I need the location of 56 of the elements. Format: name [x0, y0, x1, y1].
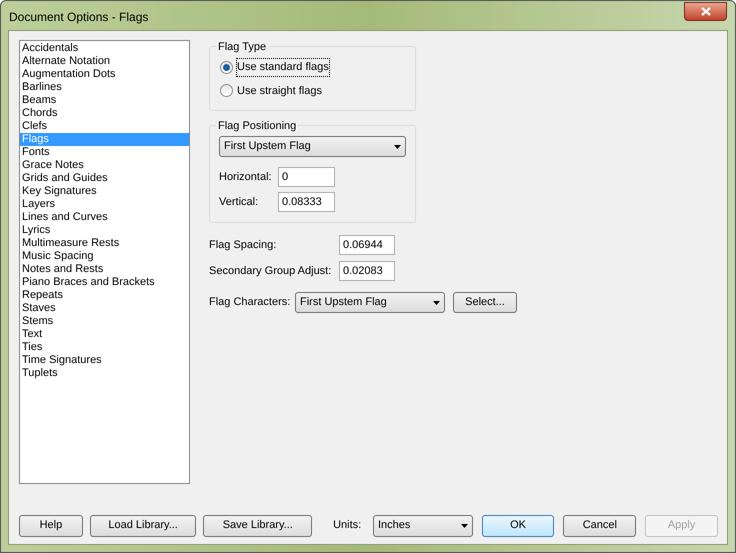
list-item[interactable]: Lines and Curves	[20, 211, 189, 224]
list-item[interactable]: Layers	[20, 198, 189, 211]
radio-label[interactable]: Use straight flags	[237, 82, 322, 99]
list-item[interactable]: Alternate Notation	[20, 55, 189, 68]
window-title: Document Options - Flags	[9, 9, 148, 26]
list-item[interactable]: Barlines	[20, 81, 189, 94]
caret-icon	[433, 300, 440, 304]
list-item[interactable]: Augmentation Dots	[20, 68, 189, 81]
field-label: Flag Spacing:	[209, 238, 278, 253]
list-item[interactable]: Beams	[20, 94, 189, 107]
list-item[interactable]: Tuplets	[20, 367, 189, 380]
footer-button[interactable]: Load Library...	[90, 514, 196, 536]
list-item[interactable]: Text	[20, 328, 189, 341]
field-label: Horizontal:	[219, 170, 273, 185]
list-item[interactable]: Multimeasure Rests	[20, 237, 189, 250]
list-item[interactable]: Ties	[20, 341, 189, 354]
footer-button[interactable]: OK	[482, 514, 554, 536]
list-item[interactable]: Fonts	[20, 146, 189, 159]
input-field[interactable]: 0.02083	[339, 261, 395, 281]
radio-button[interactable]	[220, 60, 233, 74]
caret-icon	[394, 144, 401, 148]
caret-icon	[460, 524, 468, 528]
list-item[interactable]: Accidentals	[20, 42, 189, 55]
list-item[interactable]: Notes and Rests	[20, 263, 189, 276]
footer-button[interactable]: Cancel	[563, 514, 636, 536]
list-item[interactable]: Chords	[20, 107, 189, 120]
radio-button[interactable]	[220, 84, 233, 98]
group-title: Flag Positioning	[216, 118, 298, 134]
field-label: Flag Characters:	[209, 295, 292, 310]
list-item[interactable]: Staves	[20, 302, 189, 315]
list-item[interactable]: Time Signatures	[20, 354, 189, 367]
close-button[interactable]	[684, 2, 727, 21]
list-item[interactable]: Grace Notes	[20, 159, 189, 172]
radio-label[interactable]: Use standard flags	[237, 59, 329, 76]
list-item[interactable]: Lyrics	[20, 224, 189, 237]
list-item[interactable]: Piano Braces and Brackets	[20, 276, 189, 289]
input-field[interactable]: 0.06944	[339, 235, 395, 255]
select-button[interactable]: Select...	[453, 292, 517, 313]
field-label: Vertical:	[219, 194, 260, 210]
list-item[interactable]: Grids and Guides	[20, 172, 189, 185]
footer-button[interactable]: Save Library...	[203, 514, 312, 536]
units-dropdown[interactable]: Inches	[372, 514, 473, 536]
group-title: Flag Type	[216, 39, 268, 56]
field-label: Secondary Group Adjust:	[209, 264, 332, 279]
list-item[interactable]: Stems	[20, 315, 189, 328]
footer-button[interactable]: Help	[19, 514, 83, 536]
close-icon	[700, 7, 710, 16]
dropdown[interactable]: First Upstem Flag	[295, 292, 445, 313]
list-item[interactable]: Repeats	[20, 289, 189, 302]
dropdown[interactable]: First Upstem Flag	[219, 136, 406, 157]
list-item[interactable]: Clefs	[20, 120, 189, 133]
input-field[interactable]: 0	[278, 167, 335, 187]
units-label: Units:	[333, 518, 362, 534]
input-field[interactable]: 0.08333	[278, 192, 335, 212]
list-item[interactable]: Music Spacing	[20, 250, 189, 263]
list-item[interactable]: Key Signatures	[20, 185, 189, 198]
